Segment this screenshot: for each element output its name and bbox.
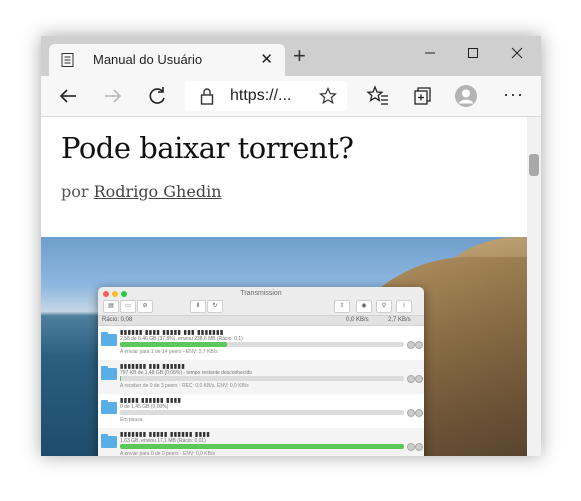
minimize-icon[interactable] bbox=[416, 40, 444, 66]
reveal-icon bbox=[415, 409, 423, 417]
browser-toolbar: https://... ··· bbox=[41, 76, 541, 117]
more-icon[interactable]: ··· bbox=[503, 84, 524, 105]
scroll-thumb[interactable] bbox=[529, 154, 539, 176]
torrent-name-redacted: ▮▮▮▮▮▮▮ ▮▮▮▮▮ ▮▮▮▮▮▮ ▮▮▮▮ bbox=[120, 432, 211, 438]
new-tab-button[interactable]: + bbox=[293, 45, 306, 67]
mini-remove-icon: ⊘ bbox=[137, 300, 153, 313]
mini-folder-icon: ▭ bbox=[120, 300, 136, 313]
torrent-name-redacted: ▮▮▮▮▮ ▮▮▮▮▮▮ ▮▮▮▮ bbox=[120, 398, 182, 404]
up-rate: 2,7 KB/s bbox=[388, 317, 411, 323]
progress-bar bbox=[120, 376, 404, 381]
tab-title: Manual do Usuário bbox=[93, 52, 203, 67]
progress-bar bbox=[120, 444, 404, 449]
browser-window: Manual do Usuário ✕ + https://... ··· Po… bbox=[41, 36, 541, 456]
torrent-name-redacted: ▮▮▮▮▮▮▮ ▮▮▮ ▮▮▮▮▮▮ bbox=[120, 364, 186, 370]
address-text: https://... bbox=[230, 87, 292, 104]
hero-image: Transmission ▤ ▭ ⊘ Ⅱ ↻ ⇪ ◉ ⚲ i Rácio: 0,… bbox=[41, 237, 527, 456]
torrent-status: A enviar para 1 de 14 peers - ENV: 2,7 K… bbox=[120, 349, 218, 355]
torrent-status: A enviar para 0 de 0 peers - ENV: 0,0 KB… bbox=[120, 451, 215, 456]
torrent-status: A receber de 0 de 3 peers - REC: 0,0 KB/… bbox=[120, 383, 249, 389]
torrent-name-redacted: ▮▮▮▮▮▮ ▮▮▮▮ ▮▮▮▮▮ ▮▮▮ ▮▮▮▮▮▮▮ bbox=[120, 330, 224, 336]
progress-bar bbox=[120, 342, 404, 347]
back-arrow-icon[interactable] bbox=[56, 84, 80, 108]
close-tab-icon[interactable]: ✕ bbox=[260, 50, 273, 68]
byline-prefix: por bbox=[61, 182, 89, 201]
address-bar[interactable]: https://... bbox=[185, 81, 347, 111]
app-title: Transmission bbox=[240, 290, 282, 297]
mini-search-icon: ⚲ bbox=[376, 300, 392, 313]
folder-icon bbox=[101, 400, 117, 414]
article-title: Pode baixar torrent? bbox=[61, 131, 354, 165]
scrollbar[interactable] bbox=[527, 117, 541, 456]
mini-eye-icon: ◉ bbox=[356, 300, 372, 313]
favorites-icon[interactable] bbox=[366, 84, 390, 108]
star-icon[interactable] bbox=[319, 87, 337, 105]
transmission-window-screenshot: Transmission ▤ ▭ ⊘ Ⅱ ↻ ⇪ ◉ ⚲ i Rácio: 0,… bbox=[98, 287, 424, 456]
mini-pause-icon: Ⅱ bbox=[190, 300, 206, 313]
byline: por Rodrigo Ghedin bbox=[61, 182, 222, 201]
collections-icon[interactable] bbox=[411, 84, 435, 108]
title-bar: Manual do Usuário ✕ + bbox=[41, 36, 541, 76]
torrent-status: Em pausa bbox=[120, 417, 143, 423]
reveal-icon bbox=[415, 341, 423, 349]
pause-resume-icon bbox=[407, 409, 415, 417]
mini-resume-icon: ↻ bbox=[207, 300, 223, 313]
folder-icon bbox=[101, 434, 117, 448]
forward-arrow-icon[interactable] bbox=[101, 84, 125, 108]
progress-fill bbox=[120, 444, 404, 449]
page-content: Pode baixar torrent? por Rodrigo Ghedin … bbox=[41, 117, 527, 456]
mini-share-icon: ⇪ bbox=[334, 300, 350, 313]
profile-icon[interactable] bbox=[454, 84, 478, 108]
ratio-text: Rácio: 0,08 bbox=[102, 317, 133, 323]
refresh-icon[interactable] bbox=[145, 84, 169, 108]
progress-fill bbox=[120, 342, 228, 347]
torrent-row: ▮▮▮▮▮▮▮ ▮▮▮▮▮ ▮▮▮▮▮▮ ▮▮▮▮ 1,63 GB, enviou… bbox=[98, 428, 424, 456]
down-rate: 0,0 KB/s bbox=[346, 317, 369, 323]
mini-doc-icon: ▤ bbox=[103, 300, 119, 313]
lock-icon bbox=[200, 88, 214, 105]
close-window-icon[interactable] bbox=[503, 40, 531, 66]
maximize-icon[interactable] bbox=[459, 40, 487, 66]
mini-status-bar: Rácio: 0,08 0,0 KB/s 2,7 KB/s bbox=[98, 315, 424, 326]
progress-bar bbox=[120, 410, 404, 415]
author-link[interactable]: Rodrigo Ghedin bbox=[94, 182, 222, 201]
page-icon bbox=[61, 53, 74, 67]
torrent-row: ▮▮▮▮▮▮ ▮▮▮▮ ▮▮▮▮▮ ▮▮▮ ▮▮▮▮▮▮▮ 2,58 de 6,4… bbox=[98, 326, 424, 360]
folder-icon bbox=[101, 366, 117, 380]
torrent-row: ▮▮▮▮▮ ▮▮▮▮▮▮ ▮▮▮▮ 0 de 1,45 GB (0,00%) Em … bbox=[98, 394, 424, 428]
reveal-icon bbox=[415, 375, 423, 383]
pause-resume-icon bbox=[407, 341, 415, 349]
tab-manual-do-usuario[interactable]: Manual do Usuário ✕ bbox=[49, 44, 285, 76]
mini-info-icon: i bbox=[396, 300, 412, 313]
pause-resume-icon bbox=[407, 443, 415, 451]
pause-resume-icon bbox=[407, 375, 415, 383]
reveal-icon bbox=[415, 443, 423, 451]
folder-icon bbox=[101, 332, 117, 346]
torrent-row: ▮▮▮▮▮▮▮ ▮▮▮ ▮▮▮▮▮▮ 797 KB de 1,48 GB (0,0… bbox=[98, 360, 424, 394]
